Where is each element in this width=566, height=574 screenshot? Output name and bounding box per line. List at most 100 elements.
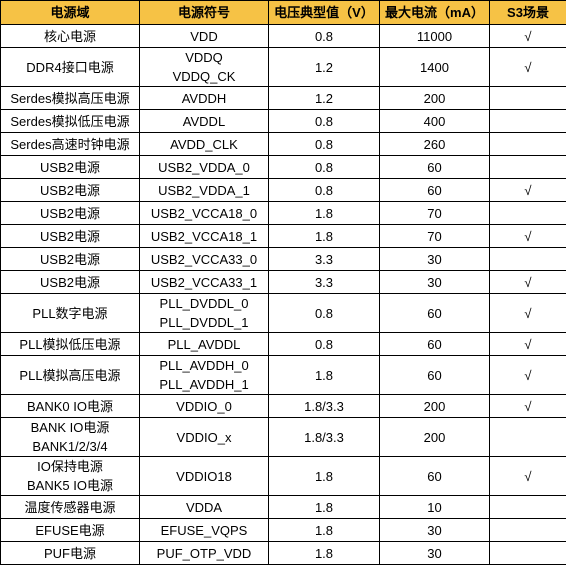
cell-max-current: 60 (379, 155, 490, 179)
cell-power-domain-line: PLL数字电源 (32, 305, 108, 321)
table-row: IO保持电源 BANK5 IO电源 VDDIO18 1.8 60 √ (0, 456, 566, 496)
table-row: EFUSE电源 EFUSE_VQPS 1.8 30 (0, 518, 566, 542)
cell-s3-scenario: √ (489, 224, 566, 248)
table-row: USB2电源 USB2_VCCA33_1 3.3 30 √ (0, 270, 566, 294)
cell-power-domain: Serdes模拟高压电源 (0, 86, 140, 110)
cell-max-current: 30 (379, 518, 490, 542)
cell-power-symbol: VDDIO18 (139, 456, 269, 496)
cell-power-domain: BANK0 IO电源 (0, 394, 140, 418)
cell-s3-scenario (489, 541, 566, 565)
cell-max-current: 200 (379, 86, 490, 110)
cell-power-symbol-line: VDD (190, 28, 218, 44)
cell-power-symbol-line: PLL_AVDDH_1 (159, 377, 249, 392)
cell-power-symbol-line: AVDDL (182, 113, 226, 129)
cell-typical-voltage: 1.8 (268, 456, 380, 496)
cell-power-domain: PLL数字电源 (0, 293, 140, 333)
cell-power-domain: USB2电源 (0, 270, 140, 294)
cell-max-current: 30 (379, 541, 490, 565)
cell-max-current: 60 (379, 355, 490, 395)
cell-power-symbol: EFUSE_VQPS (139, 518, 269, 542)
cell-power-symbol: VDDIO_0 (139, 394, 269, 418)
cell-power-domain-line: Serdes模拟高压电源 (10, 90, 130, 106)
cell-typical-voltage: 1.8 (268, 518, 380, 542)
cell-power-domain-line: BANK IO电源 (30, 420, 110, 435)
cell-power-symbol-line: EFUSE_VQPS (160, 522, 248, 538)
cell-power-domain: Serdes高速时钟电源 (0, 132, 140, 156)
cell-typical-voltage: 1.8/3.3 (268, 417, 380, 457)
cell-typical-voltage: 1.8 (268, 224, 380, 248)
cell-power-symbol: USB2_VCCA18_1 (139, 224, 269, 248)
cell-power-domain: USB2电源 (0, 178, 140, 202)
table-row: BANK0 IO电源 VDDIO_0 1.8/3.3 200 √ (0, 394, 566, 418)
cell-s3-scenario (489, 109, 566, 133)
cell-typical-voltage: 0.8 (268, 24, 380, 48)
cell-s3-scenario: √ (489, 332, 566, 356)
cell-power-domain: DDR4接口电源 (0, 47, 140, 87)
table-row: USB2电源 USB2_VDDA_0 0.8 60 (0, 155, 566, 179)
cell-s3-scenario (489, 247, 566, 271)
cell-max-current: 200 (379, 394, 490, 418)
table-row: PLL模拟低压电源 PLL_AVDDL 0.8 60 √ (0, 332, 566, 356)
cell-typical-voltage: 0.8 (268, 155, 380, 179)
cell-power-domain-line: BANK1/2/3/4 (32, 439, 108, 454)
cell-power-symbol: VDDQ VDDQ_CK (139, 47, 269, 87)
cell-power-domain-line: DDR4接口电源 (26, 59, 114, 75)
cell-s3-scenario: √ (489, 394, 566, 418)
cell-typical-voltage: 1.2 (268, 47, 380, 87)
table-row: USB2电源 USB2_VCCA33_0 3.3 30 (0, 247, 566, 271)
cell-max-current: 200 (379, 417, 490, 457)
cell-power-domain-line: USB2电源 (40, 274, 100, 290)
cell-power-symbol-line: PLL_DVDDL_1 (159, 315, 249, 330)
cell-power-domain-line: PLL模拟低压电源 (19, 336, 121, 352)
cell-power-domain: PLL模拟高压电源 (0, 355, 140, 395)
cell-power-domain-line: USB2电源 (40, 228, 100, 244)
cell-s3-scenario: √ (489, 293, 566, 333)
cell-power-symbol: USB2_VDDA_0 (139, 155, 269, 179)
header-max-current: 最大电流（mA） (379, 0, 490, 25)
cell-s3-scenario (489, 417, 566, 457)
cell-typical-voltage: 0.8 (268, 293, 380, 333)
cell-max-current: 10 (379, 495, 490, 519)
cell-power-domain: Serdes模拟低压电源 (0, 109, 140, 133)
cell-power-domain-line: 温度传感器电源 (24, 499, 116, 515)
cell-power-symbol: PLL_DVDDL_0 PLL_DVDDL_1 (139, 293, 269, 333)
cell-max-current: 70 (379, 224, 490, 248)
table-row: 温度传感器电源 VDDA 1.8 10 (0, 495, 566, 519)
table-row: BANK IO电源 BANK1/2/3/4 VDDIO_x 1.8/3.3 200 (0, 417, 566, 457)
cell-power-symbol: VDD (139, 24, 269, 48)
cell-power-domain-line: BANK5 IO电源 (27, 478, 113, 493)
table-row: PUF电源 PUF_OTP_VDD 1.8 30 (0, 541, 566, 565)
cell-power-symbol-line: VDDA (185, 499, 223, 515)
cell-power-symbol-line: VDDIO_x (176, 429, 232, 445)
table-row: 核心电源 VDD 0.8 11000 √ (0, 24, 566, 48)
header-power-domain: 电源域 (0, 0, 140, 25)
cell-typical-voltage: 0.8 (268, 332, 380, 356)
cell-power-domain-line: Serdes高速时钟电源 (10, 136, 130, 152)
cell-max-current: 30 (379, 247, 490, 271)
cell-s3-scenario: √ (489, 47, 566, 87)
cell-power-domain-line: Serdes模拟低压电源 (10, 113, 130, 129)
cell-s3-scenario (489, 155, 566, 179)
cell-typical-voltage: 3.3 (268, 247, 380, 271)
table-row: DDR4接口电源 VDDQ VDDQ_CK 1.2 1400 √ (0, 47, 566, 87)
cell-power-symbol-line: USB2_VCCA33_1 (150, 274, 258, 290)
cell-typical-voltage: 0.8 (268, 132, 380, 156)
cell-power-symbol: USB2_VCCA33_0 (139, 247, 269, 271)
table-row: PLL模拟高压电源 PLL_AVDDH_0 PLL_AVDDH_1 1.8 60 √ (0, 355, 566, 395)
cell-power-domain: USB2电源 (0, 155, 140, 179)
table-body: 核心电源 VDD 0.8 11000 √ DDR4接口电源 VDDQ VDDQ_CK 1.2 14… (0, 24, 566, 565)
cell-power-symbol: VDDA (139, 495, 269, 519)
cell-power-symbol-line: PLL_AVDDH_0 (159, 358, 249, 373)
cell-typical-voltage: 1.8 (268, 201, 380, 225)
cell-power-symbol-line: PUF_OTP_VDD (156, 545, 252, 561)
cell-power-symbol-line: PLL_DVDDL_0 (159, 296, 249, 311)
cell-power-symbol-line: PLL_AVDDL (167, 336, 241, 352)
cell-power-domain-line: USB2电源 (40, 159, 100, 175)
cell-max-current: 60 (379, 332, 490, 356)
cell-power-symbol: VDDIO_x (139, 417, 269, 457)
table-row: USB2电源 USB2_VCCA18_1 1.8 70 √ (0, 224, 566, 248)
cell-power-domain-line: BANK0 IO电源 (27, 398, 113, 414)
table-row: Serdes高速时钟电源 AVDD_CLK 0.8 260 (0, 132, 566, 156)
cell-power-domain-line: USB2电源 (40, 205, 100, 221)
cell-s3-scenario (489, 518, 566, 542)
